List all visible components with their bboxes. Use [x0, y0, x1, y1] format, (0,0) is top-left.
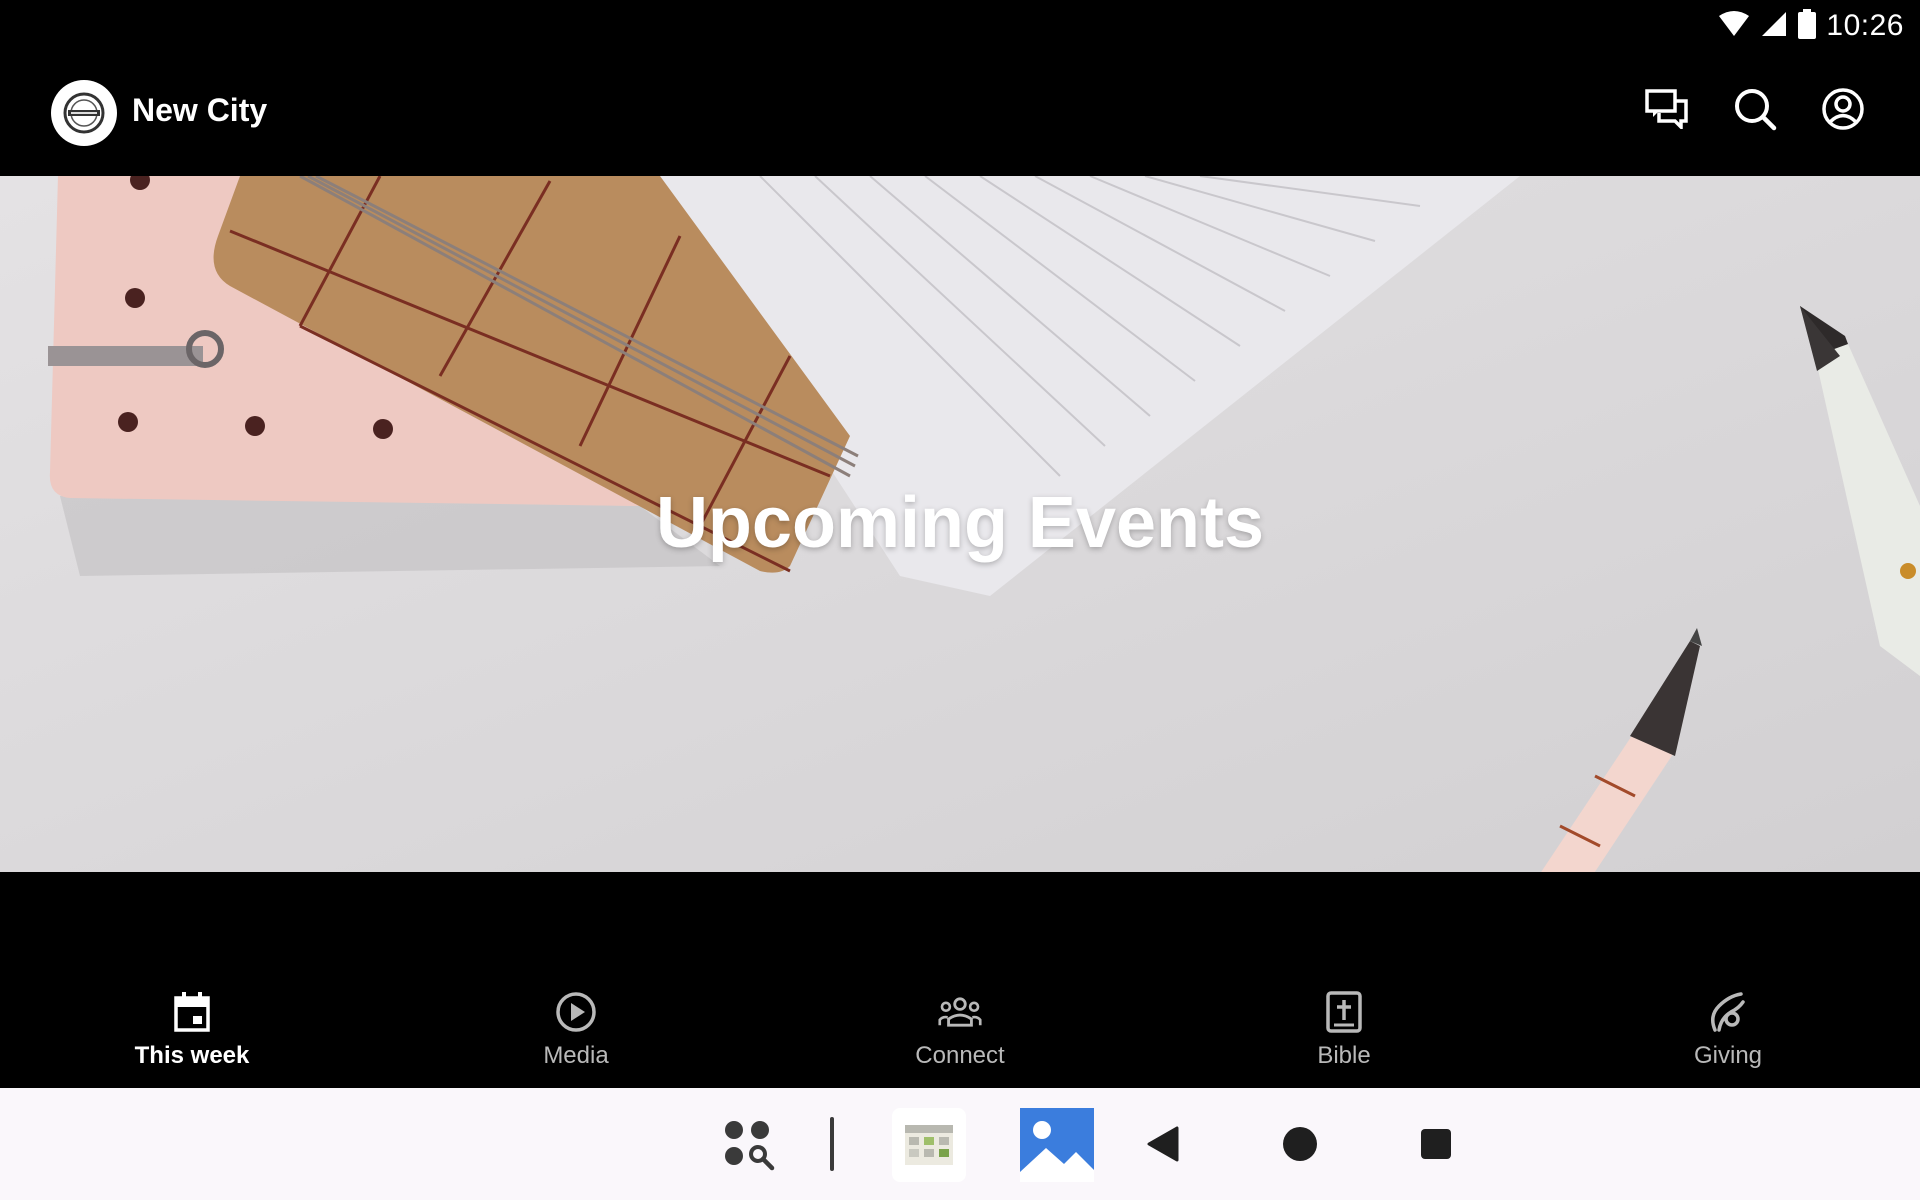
nav-bible[interactable]: Bible [1152, 960, 1536, 1088]
wifi-icon [1718, 10, 1750, 43]
account-button[interactable] [1818, 86, 1868, 136]
app-drawer-search-icon[interactable] [720, 1116, 780, 1176]
system-navigation-bar [0, 1088, 1920, 1200]
taskbar-divider [828, 1116, 836, 1172]
church-logo[interactable] [51, 80, 117, 146]
group-icon [938, 990, 982, 1034]
bible-icon [1322, 990, 1366, 1034]
recents-icon[interactable] [1416, 1124, 1456, 1164]
signal-icon [1760, 10, 1788, 43]
home-icon[interactable] [1280, 1124, 1320, 1164]
nav-connect[interactable]: Connect [768, 960, 1152, 1088]
app-title: New City [132, 92, 268, 128]
nav-label-connect: Connect [915, 1042, 1005, 1069]
gallery-app-icon[interactable] [1020, 1108, 1094, 1182]
status-time: 10:26 [1826, 9, 1904, 42]
giving-icon [1706, 990, 1750, 1034]
hero-title: Upcoming Events [655, 483, 1265, 563]
app-header: New City [0, 52, 1920, 176]
calendar-icon [170, 990, 214, 1034]
nav-this-week[interactable]: This week [0, 960, 384, 1088]
search-button[interactable] [1730, 86, 1780, 136]
chat-icon [1645, 88, 1689, 134]
search-icon [1733, 87, 1777, 136]
nav-giving[interactable]: Giving [1536, 960, 1920, 1088]
chat-button[interactable] [1642, 86, 1692, 136]
status-bar: 10:26 [0, 0, 1920, 52]
nav-label-giving: Giving [1693, 1042, 1763, 1069]
bottom-navigation: This week Media Connect Bible Giving [0, 960, 1920, 1088]
nav-label-this-week: This week [134, 1042, 250, 1069]
nav-label-media: Media [543, 1042, 609, 1069]
calendar-app-icon[interactable] [892, 1108, 966, 1182]
hero-banner[interactable]: Upcoming Events [0, 176, 1920, 872]
header-actions [1642, 86, 1868, 136]
account-icon [1821, 87, 1865, 136]
play-circle-icon [554, 990, 598, 1034]
status-icons: 10:26 [1718, 8, 1904, 44]
nav-label-bible: Bible [1317, 1042, 1371, 1069]
nav-media[interactable]: Media [384, 960, 768, 1088]
battery-icon [1798, 8, 1817, 44]
back-icon[interactable] [1144, 1124, 1184, 1164]
